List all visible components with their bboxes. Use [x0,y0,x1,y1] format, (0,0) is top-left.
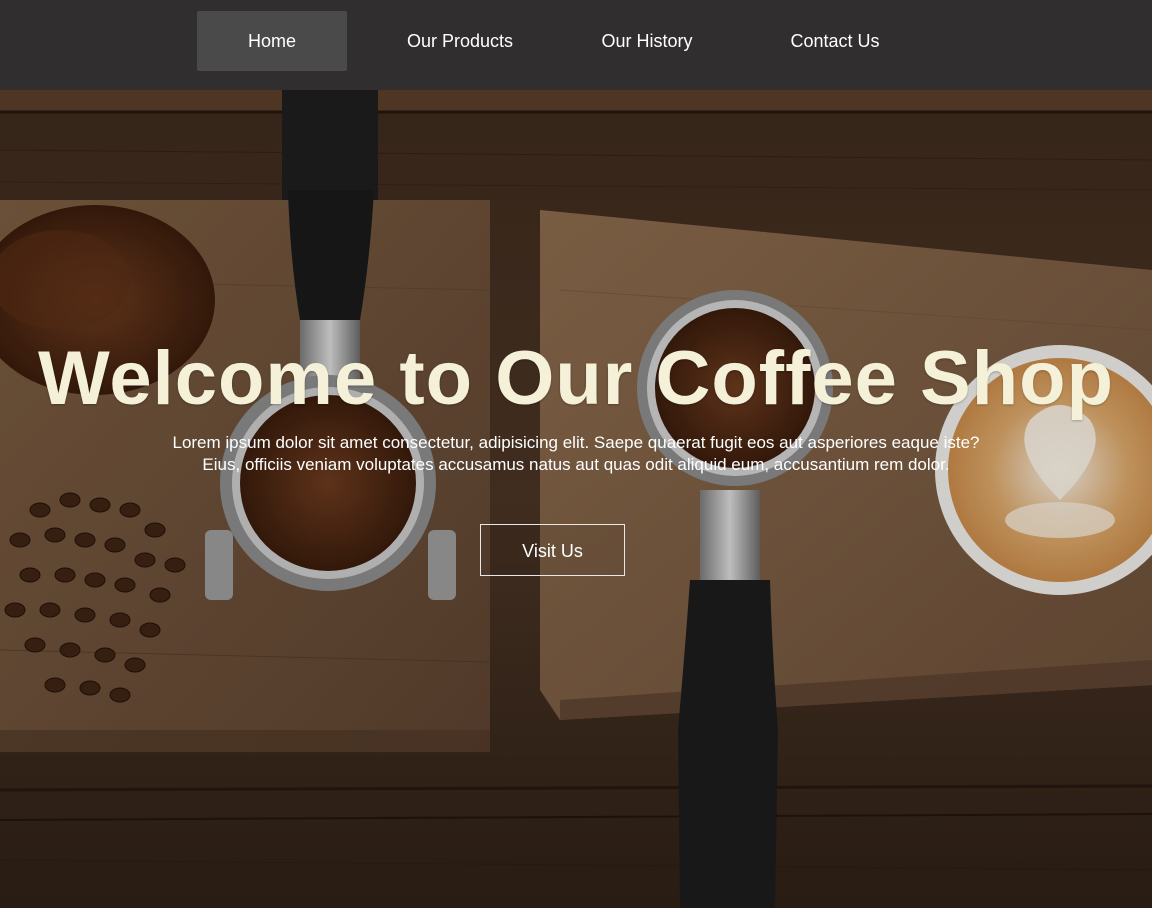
hero-description-line-1: Lorem ipsum dolor sit amet consectetur, … [172,433,980,452]
nav-item-our-products[interactable]: Our Products [385,11,535,71]
nav-item-our-history[interactable]: Our History [572,11,722,71]
nav-item-contact-us[interactable]: Contact Us [760,11,910,71]
nav-item-home[interactable]: Home [197,11,347,71]
hero-title: Welcome to Our Coffee Shop [37,336,1114,421]
top-navigation-bar: Home Our Products Our History Contact Us [0,0,1152,90]
hero-section: Welcome to Our Coffee Shop Lorem ipsum d… [0,90,1152,908]
hero-description-line-2: Eius, officiis veniam voluptates accusam… [202,455,950,474]
hero-background-image [0,90,1152,908]
visit-us-button[interactable]: Visit Us [480,524,625,576]
hero-description: Lorem ipsum dolor sit amet consectetur, … [0,432,1152,476]
